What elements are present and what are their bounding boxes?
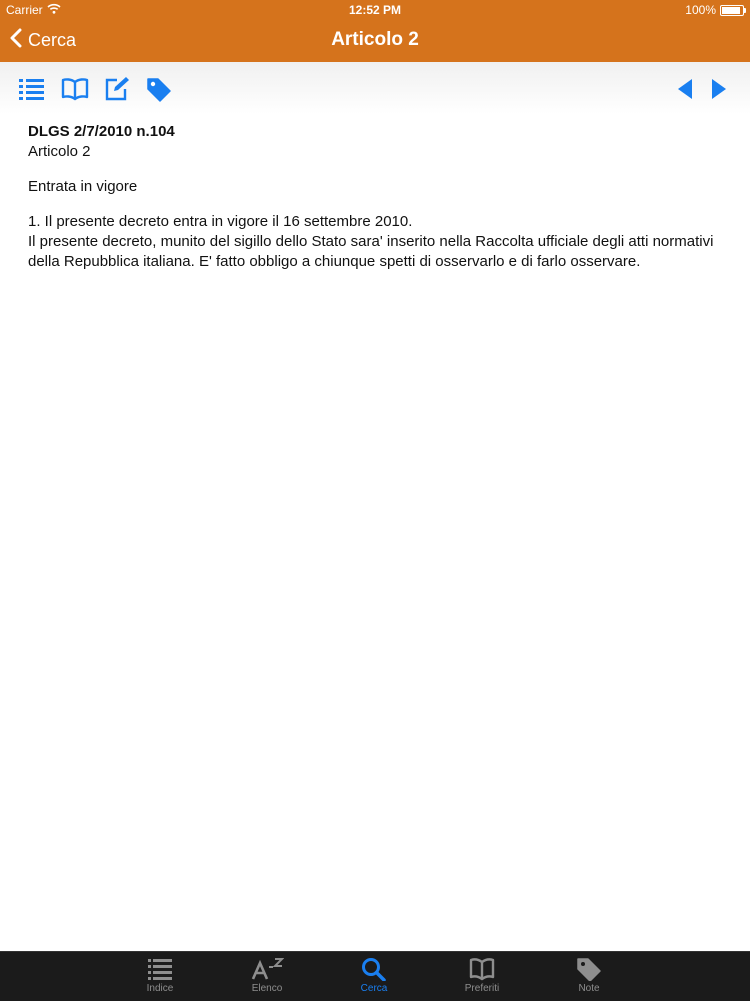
article-paragraph-2: Il presente decreto, munito del sigillo … [28,233,714,270]
tab-indice[interactable]: Indice [120,957,200,994]
edit-icon[interactable] [103,76,131,102]
battery-icon [720,4,746,16]
section-heading: Entrata in vigore [28,178,138,195]
status-time: 12:52 PM [348,3,402,17]
toolbar [0,62,750,114]
navigation-bar: Cerca Articolo 2 [0,20,750,62]
article-paragraph-1: 1. Il presente decreto entra in vigore i… [28,213,413,230]
article-body: 1. Il presente decreto entra in vigore i… [28,212,728,272]
tab-preferiti[interactable]: Preferiti [442,957,522,994]
book-icon[interactable] [61,76,89,102]
list-icon[interactable] [18,76,46,102]
battery-percent: 100% [685,3,716,17]
alphabetical-sort-icon [227,957,307,981]
tab-label: Indice [146,983,174,994]
status-bar: Carrier 12:52 PM 100% [0,0,750,20]
page-title: Articolo 2 [331,29,419,50]
tab-cerca[interactable]: Cerca [334,957,414,994]
tag-icon[interactable] [145,76,173,102]
tab-label: Elenco [251,983,283,994]
document-content: DLGS 2/7/2010 n.104 Articolo 2 Entrata i… [28,122,728,272]
document-title: DLGS 2/7/2010 n.104 [28,123,175,140]
list-icon [120,957,200,981]
tag-icon [549,957,629,981]
status-right: 100% [685,3,746,17]
book-icon [442,957,522,981]
tab-bar: Indice Elenco Cerca Preferiti Note [0,951,750,1001]
tab-label: Preferiti [464,983,500,994]
previous-arrow-icon[interactable] [672,76,700,102]
tab-elenco[interactable]: Elenco [227,957,307,994]
next-arrow-icon[interactable] [706,76,734,102]
search-icon [334,957,414,981]
tab-label: Cerca [360,983,388,994]
tab-label: Note [578,983,600,994]
tab-note[interactable]: Note [549,957,629,994]
article-label: Articolo 2 [28,143,91,160]
